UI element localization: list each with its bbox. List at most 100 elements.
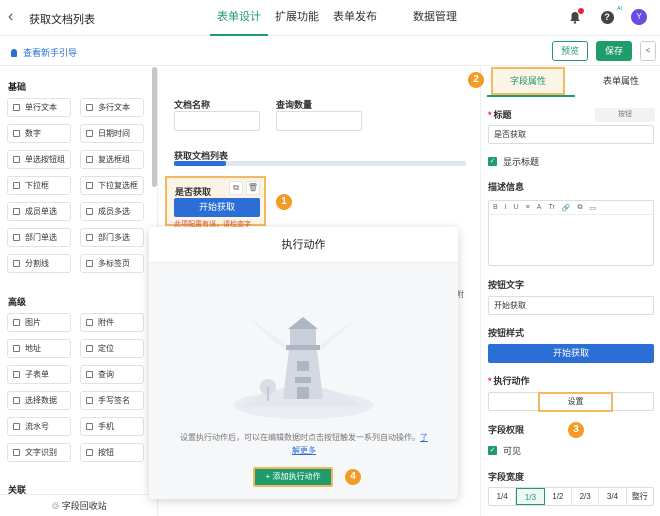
- component-label: 多行文本: [98, 103, 130, 112]
- editor-tool-icon[interactable]: ▭: [590, 204, 597, 212]
- component-label: 附件: [98, 318, 114, 327]
- description-editor[interactable]: B I U ≡ A Tr 🔗 ⧉ ▭: [488, 200, 654, 266]
- component-item[interactable]: 文字识别: [7, 443, 71, 462]
- tab-form-publish[interactable]: 表单发布: [326, 0, 384, 36]
- button-text-input[interactable]: 开始获取: [488, 296, 654, 315]
- doc-name-input[interactable]: [174, 111, 260, 131]
- step-marker-3: 3: [568, 422, 584, 438]
- required-mark: *: [488, 110, 492, 120]
- component-label: 下拉复选框: [98, 181, 138, 190]
- avatar[interactable]: Y: [631, 9, 647, 25]
- component-item[interactable]: 按钮: [80, 443, 144, 462]
- help-icon[interactable]: ? AI: [598, 6, 622, 26]
- component-item[interactable]: 成员多选: [80, 202, 144, 221]
- editor-tool-icon[interactable]: B: [493, 204, 498, 211]
- copy-icon[interactable]: ⧉: [229, 181, 243, 195]
- preview-button[interactable]: 预览: [552, 41, 588, 61]
- selected-field-title: 是否获取: [175, 187, 212, 197]
- component-icon: [13, 345, 20, 352]
- component-item[interactable]: 数字: [7, 124, 71, 143]
- start-fetch-button[interactable]: 开始获取: [174, 198, 260, 217]
- component-label: 成员多选: [98, 207, 130, 216]
- component-label: 查询: [98, 370, 114, 379]
- component-item[interactable]: 地址: [7, 339, 71, 358]
- component-item[interactable]: 部门单选: [7, 228, 71, 247]
- width-option[interactable]: 整行: [627, 488, 653, 505]
- step-marker-4: 4: [345, 469, 361, 485]
- component-icon: [86, 130, 93, 137]
- component-icon: [86, 319, 93, 326]
- component-item[interactable]: 分割线: [7, 254, 71, 273]
- editor-tool-icon[interactable]: U: [514, 204, 519, 211]
- add-action-button[interactable]: + 添加执行动作: [253, 467, 333, 487]
- component-item[interactable]: 日期时间: [80, 124, 144, 143]
- component-item[interactable]: 复选框组: [80, 150, 144, 169]
- component-item[interactable]: 下拉框: [7, 176, 71, 195]
- component-panel: 基础 单行文本 多行文本 数字 日期时间 单选按钮组 复选框组 下拉框 下拉复选框 成员单选 成员…: [0, 67, 158, 516]
- new-user-guide-link[interactable]: 查看新手引导: [11, 46, 77, 59]
- component-item[interactable]: 部门多选: [80, 228, 144, 247]
- component-item[interactable]: 下拉复选框: [80, 176, 144, 195]
- editor-tool-icon[interactable]: 🔗: [562, 204, 571, 212]
- field-doc-name-label: 文档名称: [174, 100, 211, 110]
- checkbox-checked-icon: ✓: [488, 446, 497, 455]
- width-option[interactable]: 2/3: [572, 488, 600, 505]
- editor-tool-icon[interactable]: ⧉: [578, 204, 583, 212]
- visible-checkbox[interactable]: ✓ 可见: [488, 444, 521, 457]
- tab-field-properties[interactable]: 字段属性: [491, 67, 565, 95]
- notification-bell-icon[interactable]: [566, 8, 584, 26]
- component-icon: [13, 130, 20, 137]
- component-item[interactable]: 选择数据: [7, 391, 71, 410]
- properties-panel: 2 字段属性 表单属性 * 标题 按钮 是否获取 ✓ 显示标题 描述信息 B I U ≡ A…: [468, 67, 660, 516]
- field-recycle-bin[interactable]: ♲ 字段回收站: [0, 494, 157, 516]
- panel-scrollbar[interactable]: [152, 67, 157, 187]
- tab-form-design[interactable]: 表单设计: [210, 0, 268, 36]
- delete-icon[interactable]: 🗑: [246, 181, 260, 195]
- editor-tool-icon[interactable]: A: [537, 204, 542, 211]
- component-label: 子表单: [25, 370, 49, 379]
- editor-tool-icon[interactable]: ≡: [526, 204, 530, 211]
- tab-extensions[interactable]: 扩展功能: [268, 0, 326, 36]
- component-item[interactable]: 手写签名: [80, 391, 144, 410]
- component-item[interactable]: 图片: [7, 313, 71, 332]
- button-text-label: 按钮文字: [488, 280, 525, 290]
- modal-description: 设置执行动作后，可以在编辑数据时点击按钮触发一系列自动操作。了解更多: [180, 433, 428, 455]
- component-icon: [86, 104, 93, 111]
- editor-tool-icon[interactable]: I: [505, 204, 507, 211]
- selected-button-field[interactable]: 是否获取 ⧉ 🗑 开始获取 此项配置有误，请检查字: [165, 176, 266, 228]
- query-count-input[interactable]: [276, 111, 362, 131]
- component-item[interactable]: 多行文本: [80, 98, 144, 117]
- component-item[interactable]: 单行文本: [7, 98, 71, 117]
- share-icon[interactable]: <: [640, 41, 656, 61]
- component-item[interactable]: 子表单: [7, 365, 71, 384]
- component-item[interactable]: 查询: [80, 365, 144, 384]
- title-input[interactable]: 是否获取: [488, 125, 654, 144]
- modal-title: 执行动作: [149, 227, 458, 263]
- component-label: 复选框组: [98, 155, 130, 164]
- width-option[interactable]: 3/4: [599, 488, 627, 505]
- action-modal: 执行动作 设置执行动作后，可以在编辑数据时点击按钮触发一系列自动操作。了解更多 …: [149, 227, 458, 499]
- component-icon: [86, 234, 93, 241]
- width-option[interactable]: 1/2: [545, 488, 572, 505]
- show-title-checkbox[interactable]: ✓ 显示标题: [488, 155, 539, 168]
- component-item[interactable]: 成员单选: [7, 202, 71, 221]
- back-icon[interactable]: ‹: [8, 9, 13, 25]
- width-option[interactable]: 1/4: [489, 488, 517, 505]
- component-item[interactable]: 流水号: [7, 417, 71, 436]
- component-item[interactable]: 单选按钮组: [7, 150, 71, 169]
- tab-form-properties[interactable]: 表单属性: [581, 67, 660, 95]
- action-set-button[interactable]: 设置: [538, 392, 613, 412]
- width-option[interactable]: 1/3: [516, 488, 545, 505]
- editor-tool-icon[interactable]: Tr: [548, 204, 554, 211]
- component-icon: [13, 397, 20, 404]
- component-item[interactable]: 多标签页: [80, 254, 144, 273]
- tab-data-management[interactable]: 数据管理: [406, 0, 464, 36]
- component-item[interactable]: 附件: [80, 313, 144, 332]
- component-icon: [13, 319, 20, 326]
- component-label: 单选按钮组: [25, 155, 65, 164]
- field-query-count-label: 查询数量: [276, 100, 313, 110]
- component-item[interactable]: 手机: [80, 417, 144, 436]
- save-button[interactable]: 保存: [596, 41, 632, 61]
- component-item[interactable]: 定位: [80, 339, 144, 358]
- button-style-preview[interactable]: 开始获取: [488, 344, 654, 363]
